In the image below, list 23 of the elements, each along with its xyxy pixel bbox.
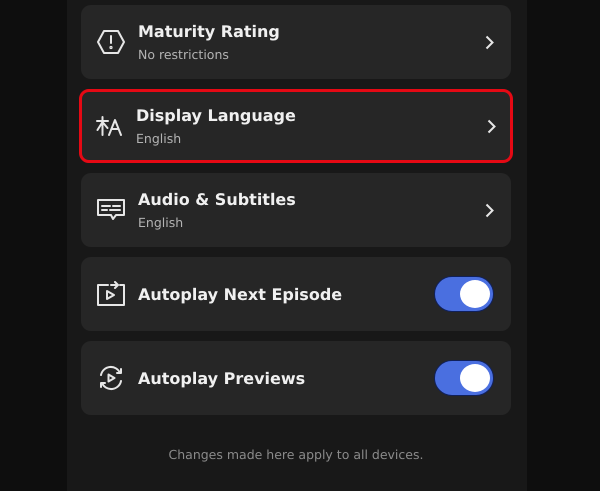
subtitles-icon — [96, 198, 126, 222]
footer-note: Changes made here apply to all devices. — [168, 447, 424, 462]
toggle-switch[interactable] — [434, 360, 494, 396]
setting-title: Audio & Subtitles — [138, 190, 297, 209]
chevron-icon — [487, 118, 496, 134]
setting-title: Autoplay Previews — [138, 368, 306, 388]
setting-value: No restrictions — [138, 47, 230, 62]
settings-row[interactable]: Display Language English — [79, 89, 513, 163]
translate-icon — [95, 115, 123, 137]
warning-icon — [97, 29, 125, 55]
setting-title: Autoplay Next Episode — [138, 284, 344, 304]
toggle-switch[interactable] — [434, 276, 494, 312]
settings-row[interactable]: Autoplay Previews — [81, 341, 511, 415]
chevron-icon — [485, 34, 494, 50]
settings-row[interactable]: Autoplay Next Episode — [81, 257, 511, 331]
setting-title: Maturity Rating — [138, 22, 281, 41]
setting-value: English — [138, 215, 184, 230]
setting-value: English — [136, 131, 182, 146]
chevron-icon — [485, 202, 494, 218]
setting-title: Display Language — [136, 106, 297, 125]
settings-row[interactable]: Audio & Subtitles English — [81, 173, 511, 247]
settings-row[interactable]: Maturity Rating No restrictions — [81, 5, 511, 79]
play-next-icon — [96, 281, 126, 307]
